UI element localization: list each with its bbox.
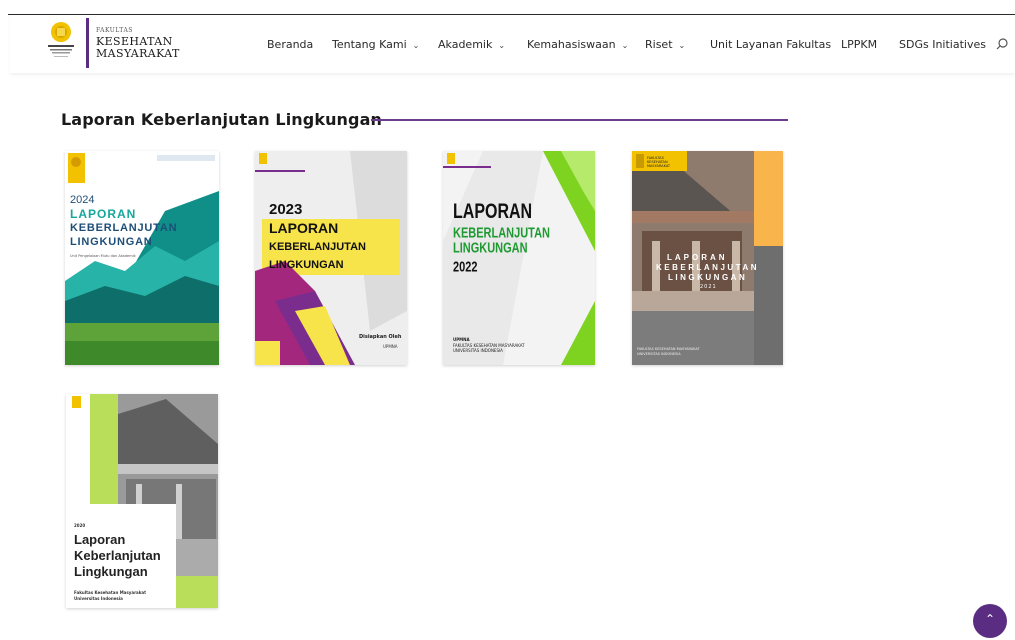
report-faculty: Fakultas Kesehatan Masyarakat [74, 590, 147, 595]
badge-line3: MASYARAKAT [647, 164, 671, 168]
report-card-2024[interactable]: 2024 LAPORAN KEBERLANJUTAN LINGKUNGAN Un… [65, 151, 219, 365]
search-icon[interactable] [995, 37, 1009, 51]
nav-label: Tentang Kami [332, 38, 407, 51]
chevron-down-icon: ⌄ [498, 41, 506, 50]
report-card-2020[interactable]: 2020 Laporan Keberlanjutan Lingkungan Fa… [66, 394, 218, 608]
report-title-line2: KEBERLANJUTAN [70, 222, 178, 234]
title-underline [371, 119, 788, 121]
report-title-line1: LAPORAN [453, 201, 533, 224]
nav-label: Unit Layanan Fakultas [710, 38, 832, 51]
report-title-line1: Laporan [74, 532, 126, 547]
logo-divider [86, 18, 89, 68]
report-title-line2: KEBERLANJUTAN [269, 241, 366, 253]
report-title-line1: LAPORAN [667, 253, 728, 262]
report-university: UNIVERSITAS INDONESIA [453, 348, 503, 353]
report-title-line3: LINGKUNGAN [453, 241, 528, 257]
nav-label: LPPKM [841, 38, 878, 51]
page: FAKULTAS KESEHATAN MASYARAKAT Beranda Te… [0, 0, 1015, 640]
nav-label: Beranda [267, 38, 314, 51]
report-title-line1: LAPORAN [70, 207, 137, 221]
nav-label: SDGs Initiatives [899, 38, 986, 51]
nav-label: Akademik [438, 38, 493, 51]
university-logo[interactable] [46, 19, 76, 67]
nav-sdgs[interactable]: SDGs Initiatives [899, 38, 986, 51]
report-faculty: FAKULTAS KESEHATAN MASYARAKAT [637, 347, 700, 351]
nav-akademik[interactable]: Akademik ⌄ [438, 38, 505, 51]
nav-label: Riset [645, 38, 673, 51]
report-unit: UPMNA [453, 337, 470, 342]
report-subtitle: Unit Pengelolaan Mutu dan Akademik [70, 254, 136, 258]
report-year: 2024 [70, 194, 95, 206]
report-title-line2: KEBERLANJUTAN [656, 263, 760, 272]
report-card-2023[interactable]: 2023 LAPORAN KEBERLANJUTAN LINGKUNGAN Di… [255, 151, 407, 365]
nav-kemahasiswaan[interactable]: Kemahasiswaan ⌄ [527, 38, 628, 51]
nav-unit-layanan[interactable]: Unit Layanan Fakultas [710, 38, 831, 51]
report-year: 2020 [74, 523, 86, 528]
chevron-down-icon: ⌄ [678, 41, 686, 50]
site-header: FAKULTAS KESEHATAN MASYARAKAT Beranda Te… [10, 15, 1015, 73]
nav-lppkm[interactable]: LPPKM [841, 38, 877, 51]
cover-art [65, 153, 219, 365]
report-card-2021[interactable]: FAKULTAS KESEHATAN MASYARAKAT LAPORAN KE… [632, 151, 783, 365]
nav-riset[interactable]: Riset ⌄ [645, 38, 685, 51]
report-title-line2: KEBERLANJUTAN [453, 226, 550, 242]
report-year: 2022 [453, 260, 478, 276]
report-year: 2021 [700, 284, 717, 290]
cover-art [255, 151, 407, 365]
section-title: Laporan Keberlanjutan Lingkungan [61, 110, 382, 129]
report-university: Universitas Indonesia [74, 596, 123, 601]
report-badge: FAKULTAS KESEHATAN MASYARAKAT [647, 156, 670, 168]
nav-tentang-kami[interactable]: Tentang Kami ⌄ [332, 38, 419, 51]
chevron-up-icon: ⌃ [984, 612, 996, 626]
report-title-line3: LINGKUNGAN [668, 273, 748, 282]
back-to-top-button[interactable]: ⌃ [973, 604, 1007, 638]
nav-label: Kemahasiswaan [527, 38, 616, 51]
report-title-line3: LINGKUNGAN [70, 236, 153, 248]
faculty-name-line2: MASYARAKAT [96, 47, 180, 60]
report-title-line3: Lingkungan [74, 564, 148, 579]
report-title-line2: Keberlanjutan [74, 548, 161, 563]
report-year: 2023 [269, 201, 303, 218]
report-prepared-by: Disiapkan Oleh [359, 334, 402, 340]
chevron-down-icon: ⌄ [412, 41, 420, 50]
report-title-line3: LINGKUNGAN [269, 259, 344, 271]
faculty-label: FAKULTAS [96, 27, 133, 34]
report-title-line1: LAPORAN [269, 220, 339, 236]
report-card-2022[interactable]: LAPORAN KEBERLANJUTAN LINGKUNGAN 2022 UP… [443, 151, 595, 365]
chevron-down-icon: ⌄ [621, 41, 629, 50]
cover-art [443, 151, 595, 365]
nav-beranda[interactable]: Beranda [267, 38, 313, 51]
report-university: UNIVERSITAS INDONESIA [637, 352, 681, 356]
report-unit: UPMNA [383, 344, 398, 349]
